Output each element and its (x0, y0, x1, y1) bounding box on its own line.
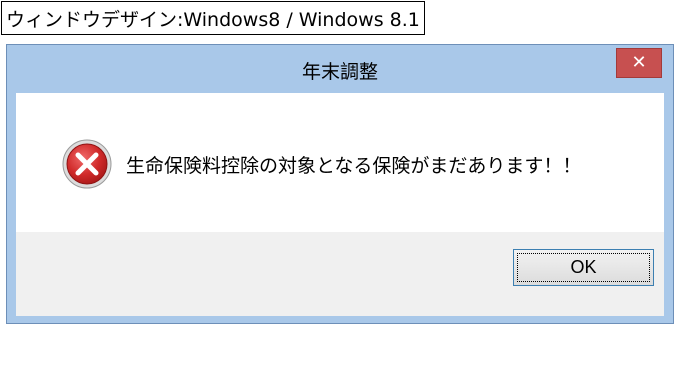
close-button[interactable]: ✕ (616, 48, 662, 78)
button-bar: OK (16, 232, 664, 316)
dialog-window: 年末調整 ✕ 生命保険料控除の対象となる保険がまだあります！！ OK (6, 44, 674, 324)
caption-text: ウィンドウデザイン:Windows8 / Windows 8.1 (6, 8, 420, 31)
caption-label: ウィンドウデザイン:Windows8 / Windows 8.1 (1, 1, 425, 35)
ok-button[interactable]: OK (513, 249, 654, 286)
title-bar[interactable]: 年末調整 ✕ (7, 45, 673, 93)
dialog-content: 生命保険料控除の対象となる保険がまだあります！！ (16, 93, 664, 232)
window-title: 年末調整 (301, 61, 378, 83)
error-icon (62, 139, 112, 189)
ok-button-label: OK (570, 257, 597, 277)
message-text: 生命保険料控除の対象となる保険がまだあります！！ (126, 155, 582, 177)
close-icon: ✕ (631, 52, 647, 73)
page: ウィンドウデザイン:Windows8 / Windows 8.1 年末調整 ✕ (0, 0, 680, 368)
